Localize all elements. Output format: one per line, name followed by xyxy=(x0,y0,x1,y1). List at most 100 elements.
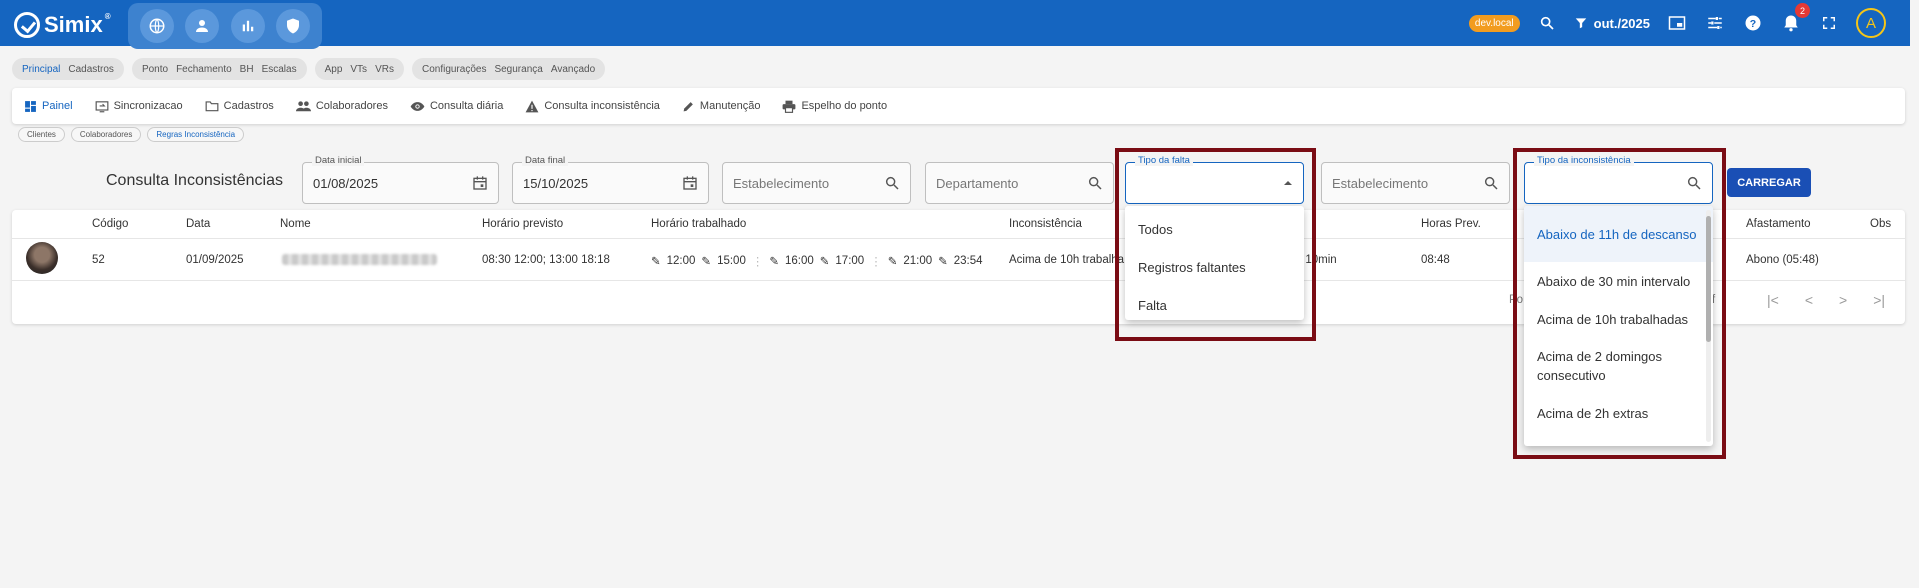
prev-page-icon[interactable]: < xyxy=(1805,292,1813,308)
estabelecimento-field[interactable]: Estabelecimento xyxy=(722,162,911,204)
nav-espelho-ponto-label: Espelho do ponto xyxy=(801,100,888,112)
departamento-field[interactable]: Departamento xyxy=(925,162,1114,204)
next-page-icon[interactable]: > xyxy=(1839,292,1847,308)
quick-actions xyxy=(128,3,322,49)
bar-chart-icon[interactable] xyxy=(230,9,265,43)
module-cadastros[interactable]: Cadastros xyxy=(68,64,114,75)
module-chips: Principal Cadastros Ponto Fechamento BH … xyxy=(12,58,606,80)
col-inconsistencia[interactable]: Inconsistência xyxy=(1009,218,1082,230)
carregar-button[interactable]: CARREGAR xyxy=(1727,168,1811,197)
nav-painel[interactable]: Painel xyxy=(24,100,73,113)
top-right-actions: dev.local out./2025 ? 2 A xyxy=(1468,0,1886,46)
notifications-icon[interactable]: 2 xyxy=(1780,3,1810,34)
module-bh[interactable]: BH xyxy=(240,64,254,75)
nav-cadastros[interactable]: Cadastros xyxy=(205,100,274,112)
tune-icon[interactable] xyxy=(1704,12,1726,34)
punch-edit-icon[interactable]: ✎ xyxy=(820,254,830,268)
search-icon[interactable] xyxy=(1536,12,1558,34)
module-ponto[interactable]: Ponto xyxy=(142,64,168,75)
module-vrs[interactable]: VRs xyxy=(375,64,394,75)
punch-edit-icon[interactable]: ✎ xyxy=(701,254,711,268)
module-escalas[interactable]: Escalas xyxy=(262,64,297,75)
nav-cadastros-label: Cadastros xyxy=(223,100,274,112)
cell-nome-redacted xyxy=(282,254,437,268)
col-data[interactable]: Data xyxy=(186,218,210,230)
nav-colaboradores[interactable]: Colaboradores xyxy=(295,100,388,112)
punch-2[interactable]: 15:00 xyxy=(717,255,746,267)
punch-edit-icon[interactable]: ✎ xyxy=(938,254,948,268)
nav-consulta-diaria[interactable]: Consulta diária xyxy=(410,100,503,112)
data-final-field[interactable]: Data final 15/10/2025 xyxy=(512,155,709,204)
crumb-regras-inconsistencia[interactable]: Regras Inconsistência xyxy=(147,127,245,142)
col-afastamento[interactable]: Afastamento xyxy=(1746,218,1811,230)
avatar xyxy=(26,242,58,274)
estabelecimento-2-placeholder: Estabelecimento xyxy=(1332,175,1429,191)
cell-horario-previsto: 08:30 12:00; 13:00 18:18 xyxy=(482,254,610,266)
app-logo[interactable]: Simix ® xyxy=(14,12,111,38)
notification-count: 2 xyxy=(1795,3,1810,18)
cell-horario-trabalhado: ✎ 12:00 ✎ 15:00 ⋮ ✎ 16:00 ✎ 17:00 ⋮ ✎ 21:00 ✎… xyxy=(651,254,983,268)
module-app[interactable]: App xyxy=(325,64,343,75)
estabelecimento-placeholder: Estabelecimento xyxy=(733,175,830,191)
shield-icon[interactable] xyxy=(276,9,311,43)
col-obs[interactable]: Obs xyxy=(1870,218,1891,230)
nav-colaboradores-label: Colaboradores xyxy=(315,100,388,112)
globe-icon[interactable] xyxy=(139,9,174,43)
col-horario-previsto[interactable]: Horário previsto xyxy=(482,218,563,230)
dashboard-icon xyxy=(25,100,36,112)
month-filter[interactable]: out./2025 xyxy=(1574,16,1650,31)
nav-sincronizacao[interactable]: Sincronizacao xyxy=(95,100,183,113)
punch-edit-icon[interactable]: ✎ xyxy=(769,254,779,268)
nav-manutencao-label: Manutenção xyxy=(699,100,761,112)
search-icon[interactable] xyxy=(1483,175,1499,191)
punch-3[interactable]: 16:00 xyxy=(785,255,814,267)
people-icon xyxy=(295,101,311,112)
col-horario-trabalhado[interactable]: Horário trabalhado xyxy=(651,218,746,230)
punch-6[interactable]: 23:54 xyxy=(954,255,983,267)
user-avatar[interactable]: A xyxy=(1856,8,1886,38)
section-nav: Painel Sincronizacao Cadastros Colaborad… xyxy=(12,88,1905,124)
col-nome[interactable]: Nome xyxy=(280,218,311,230)
data-final-label: Data final xyxy=(522,155,569,166)
punch-1[interactable]: 12:00 xyxy=(667,255,696,267)
col-codigo[interactable]: Código xyxy=(92,218,128,230)
punch-edit-icon[interactable]: ✎ xyxy=(651,254,661,268)
calendar-icon[interactable] xyxy=(682,175,698,191)
fullscreen-icon[interactable] xyxy=(1818,12,1840,34)
module-fechamento[interactable]: Fechamento xyxy=(176,64,232,75)
nav-sincronizacao-label: Sincronizacao xyxy=(113,100,183,112)
punch-edit-icon[interactable]: ✎ xyxy=(888,254,898,268)
first-page-icon[interactable]: |< xyxy=(1767,292,1779,308)
person-icon[interactable] xyxy=(185,9,220,43)
data-inicial-field[interactable]: Data inicial 01/08/2025 xyxy=(302,155,499,204)
nav-consulta-inconsistencia[interactable]: Consulta inconsistência xyxy=(525,100,660,113)
search-icon[interactable] xyxy=(1087,175,1103,191)
help-icon[interactable]: ? xyxy=(1742,12,1764,34)
nav-espelho-ponto[interactable]: Espelho do ponto xyxy=(782,100,887,113)
punch-4[interactable]: 17:00 xyxy=(835,255,864,267)
module-vts[interactable]: VTs xyxy=(350,64,367,75)
module-principal[interactable]: Principal xyxy=(22,64,60,75)
punch-5[interactable]: 21:00 xyxy=(903,255,932,267)
filter-icon xyxy=(1575,18,1586,29)
last-page-icon[interactable]: >| xyxy=(1873,292,1885,308)
module-group-principal: Principal Cadastros xyxy=(12,58,124,80)
search-icon[interactable] xyxy=(884,175,900,191)
cell-horas-prev: 08:48 xyxy=(1421,254,1450,266)
picture-in-picture-icon[interactable] xyxy=(1666,12,1688,34)
pagination: |< < > >| xyxy=(1767,292,1885,308)
module-configuracoes[interactable]: Configurações xyxy=(422,64,486,75)
folder-icon xyxy=(205,101,219,112)
estabelecimento-2-field[interactable]: Estabelecimento xyxy=(1321,162,1510,204)
breadcrumb: Clientes Colaboradores Regras Inconsistê… xyxy=(18,127,245,142)
module-seguranca[interactable]: Segurança xyxy=(494,64,542,75)
crumb-colaboradores[interactable]: Colaboradores xyxy=(70,127,142,142)
nav-manutencao[interactable]: Manutenção xyxy=(682,100,761,113)
crumb-clientes[interactable]: Clientes xyxy=(18,127,65,142)
col-horas-prev[interactable]: Horas Prev. xyxy=(1421,218,1481,230)
calendar-icon[interactable] xyxy=(472,175,488,191)
data-inicial-value: 01/08/2025 xyxy=(313,175,379,191)
eye-icon xyxy=(410,101,425,111)
module-avancado[interactable]: Avançado xyxy=(551,64,595,75)
warning-icon xyxy=(525,100,539,112)
